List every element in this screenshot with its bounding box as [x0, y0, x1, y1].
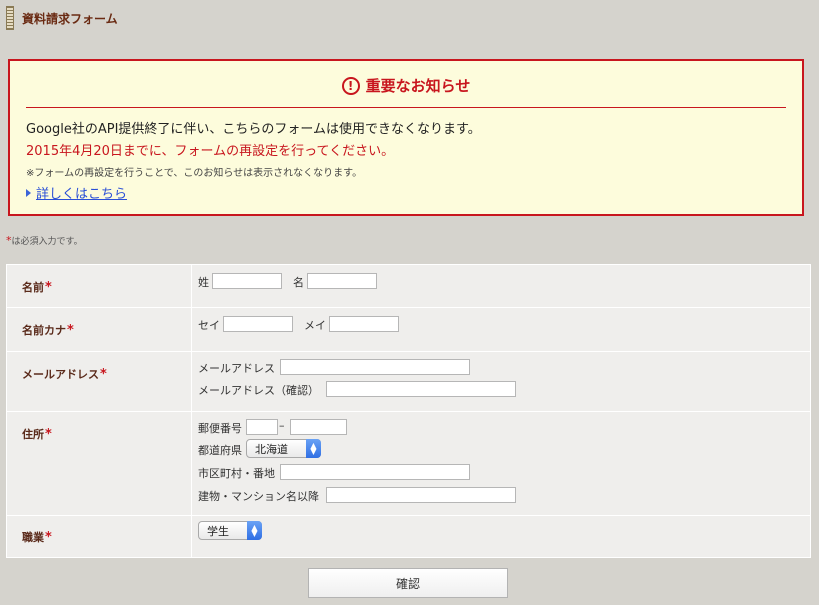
row-label: 名前カナ*	[22, 323, 74, 338]
form-row-address: 住所* 郵便番号 – 都道府県 北海道 ▲ ▼ 市区町村・番地 建物・マンション名…	[7, 411, 810, 516]
email-label: メールアドレス	[198, 362, 275, 375]
row-label: 住所*	[22, 427, 52, 442]
city-input[interactable]	[280, 464, 470, 480]
page-title: 資料請求フォーム	[22, 11, 118, 26]
request-form: 名前* 姓 名 名前カナ* セイ メイ メールアドレス* メールアドレス メール…	[6, 264, 811, 558]
form-row-kana: 名前カナ* セイ メイ	[7, 307, 810, 352]
postal-code-first-input[interactable]	[246, 419, 278, 435]
postal-dash: –	[279, 419, 285, 432]
row-label: 職業*	[22, 530, 52, 545]
occupation-select[interactable]: 学生 ▲ ▼	[198, 521, 262, 540]
postal-label: 郵便番号	[198, 422, 242, 435]
row-label: メールアドレス*	[22, 367, 107, 382]
page-header: 資料請求フォーム	[6, 6, 118, 30]
label-cell: 名前*	[7, 265, 192, 307]
form-row-occupation: 職業* 学生 ▲ ▼	[7, 515, 810, 557]
header-marker-icon	[6, 6, 14, 30]
building-label: 建物・マンション名以降	[198, 490, 319, 503]
last-name-label: 姓	[198, 276, 209, 289]
building-input[interactable]	[326, 487, 516, 503]
important-notice: ! 重要なお知らせ Google社のAPI提供終了に伴い、こちらのフォームは使用…	[8, 59, 804, 216]
select-arrows-icon: ▲ ▼	[306, 439, 321, 458]
row-label: 名前*	[22, 280, 52, 295]
required-note: *は必須入力です。	[6, 234, 83, 247]
notice-details-link[interactable]: 詳しくはこちら	[26, 183, 127, 202]
last-kana-label: セイ	[198, 319, 220, 332]
confirm-button[interactable]: 確認	[308, 568, 508, 598]
label-cell: メールアドレス*	[7, 351, 192, 411]
select-arrows-icon: ▲ ▼	[247, 521, 262, 540]
notice-deadline: 2015年4月20日までに、フォームの再設定を行ってください。	[26, 144, 395, 159]
email-confirm-input[interactable]	[326, 381, 516, 397]
notice-header: ! 重要なお知らせ	[26, 75, 786, 108]
details-link[interactable]: 詳しくはこちら	[36, 183, 127, 202]
notice-message: Google社のAPI提供終了に伴い、こちらのフォームは使用できなくなります。	[26, 122, 481, 137]
postal-code-second-input[interactable]	[290, 419, 347, 435]
label-cell: 名前カナ*	[7, 307, 192, 351]
email-input[interactable]	[280, 359, 470, 375]
form-row-name: 名前* 姓 名	[7, 265, 810, 308]
label-cell: 住所*	[7, 411, 192, 515]
prefecture-value: 北海道	[255, 442, 288, 456]
occupation-value: 学生	[207, 524, 229, 538]
first-name-input[interactable]	[307, 273, 377, 289]
triangle-right-icon	[26, 188, 31, 197]
notice-footnote: ※フォームの再設定を行うことで、このお知らせは表示されなくなります。	[26, 168, 363, 179]
city-label: 市区町村・番地	[198, 467, 275, 480]
last-name-input[interactable]	[212, 273, 282, 289]
first-kana-label: メイ	[304, 319, 326, 332]
label-cell: 職業*	[7, 515, 192, 557]
required-note-text: は必須入力です。	[11, 237, 83, 247]
prefecture-select[interactable]: 北海道 ▲ ▼	[246, 439, 321, 458]
last-kana-input[interactable]	[223, 316, 293, 332]
notice-title: 重要なお知らせ	[365, 77, 471, 95]
first-name-label: 名	[293, 276, 304, 289]
exclamation-icon: !	[341, 77, 360, 95]
first-kana-input[interactable]	[329, 316, 399, 332]
email-confirm-label: メールアドレス（確認）	[198, 384, 319, 397]
form-row-email: メールアドレス* メールアドレス メールアドレス（確認）	[7, 351, 810, 412]
prefecture-label: 都道府県	[198, 444, 242, 457]
